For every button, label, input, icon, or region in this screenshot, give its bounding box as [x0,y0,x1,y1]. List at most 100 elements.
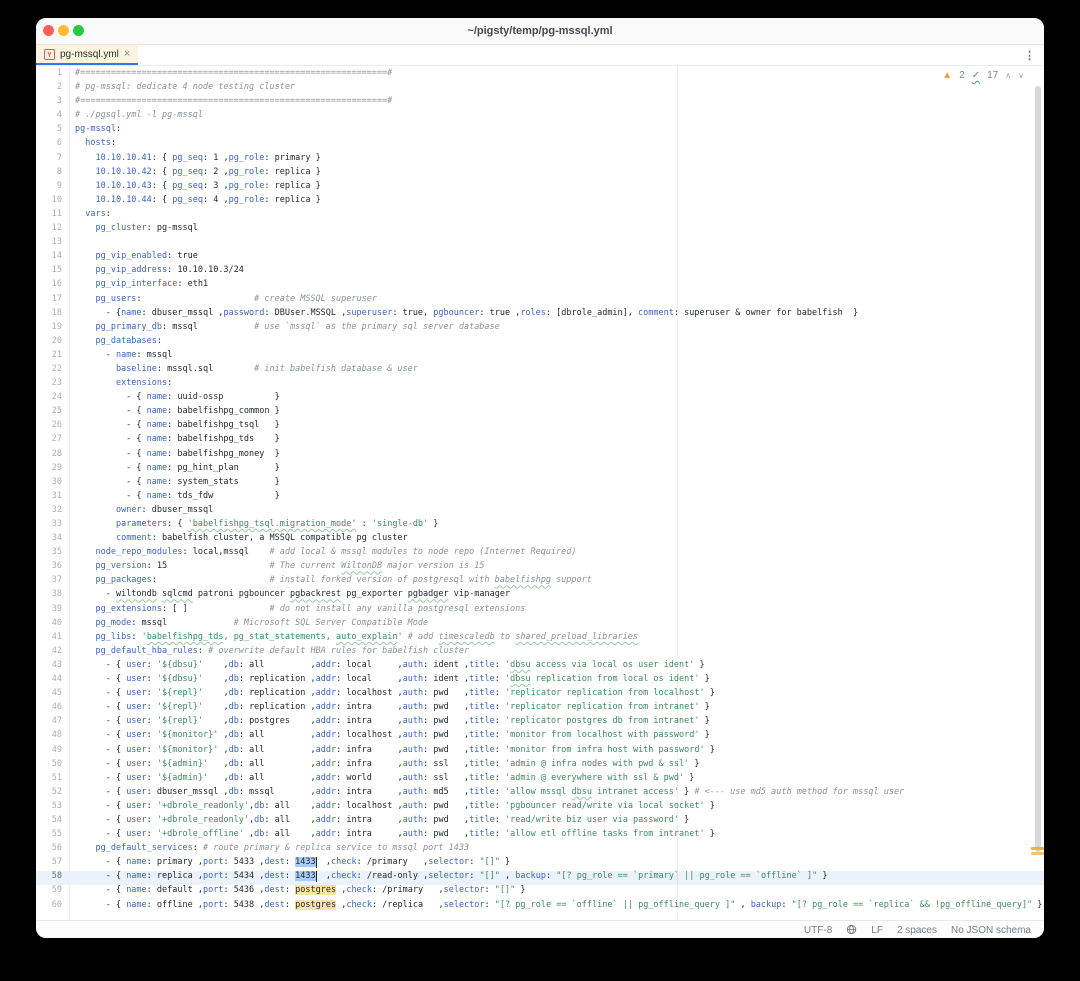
code-line: 37 pg_packages: # install forked version… [36,575,1044,589]
line-number: 37 [36,575,69,589]
status-encoding[interactable]: UTF-8 [804,925,832,936]
code-line: 1#======================================… [36,68,1044,82]
code-line-text: - { user: '${dbsu}' ,db: replication ,ad… [69,674,710,688]
line-number: 7 [36,153,69,167]
code-line: 52 - { user: dbuser_mssql ,db: mssql ,ad… [36,787,1044,801]
code-line-text: vars: [69,209,111,223]
line-number: 50 [36,759,69,773]
code-line: 5pg-mssql: [36,124,1044,138]
code-editor[interactable]: 1#======================================… [36,66,1044,920]
line-number: 48 [36,730,69,744]
code-line-text: - { user: '${dbsu}' ,db: all ,addr: loca… [69,660,705,674]
code-line: 58 - { name: replica ,port: 5434 ,dest: … [36,871,1044,885]
code-line-text: - { name: primary ,port: 5433 ,dest: 143… [69,857,510,871]
line-number: 34 [36,533,69,547]
previous-problem-icon[interactable]: ∧ [1005,71,1011,80]
code-line-text: - { user: '+dbrole_readonly',db: all ,ad… [69,801,715,815]
close-window-button[interactable] [43,25,54,36]
line-number: 30 [36,477,69,491]
line-number: 21 [36,350,69,364]
code-line: 41 pg_libs: 'babelfishpg_tds, pg_stat_st… [36,632,1044,646]
code-line-text: pg_default_hba_rules: # overwrite defaul… [69,646,469,660]
status-json-schema[interactable]: No JSON schema [951,925,1031,936]
window-title: ~/pigsty/temp/pg-mssql.yml [467,25,612,37]
code-line: 15 pg_vip_address: 10.10.10.3/24 [36,265,1044,279]
line-number: 17 [36,294,69,308]
code-line-text: - { name: babelfishpg_money } [69,449,280,463]
vertical-scrollbar[interactable] [1035,86,1041,852]
code-line-text: pg_users: # create MSSQL superuser [69,294,377,308]
code-line: 23 extensions: [36,378,1044,392]
warning-stripe-mark[interactable] [1031,847,1044,850]
inspections-widget[interactable]: ▲2 ✓17 ∧ ∨ [938,69,1028,82]
status-line-separator[interactable]: LF [871,925,883,936]
line-number: 60 [36,900,69,914]
code-line-text: - { user: '${monitor}' ,db: all ,addr: i… [69,745,715,759]
line-number: 16 [36,279,69,293]
typo-icon: ✓ [972,70,980,81]
tab-label: pg-mssql.yml [60,49,119,60]
line-number: 44 [36,674,69,688]
maximize-window-button[interactable] [73,25,84,36]
code-line-text: parameters: { 'babelfishpg_tsql.migratio… [69,519,438,533]
next-problem-icon[interactable]: ∨ [1018,71,1024,80]
line-number: 46 [36,702,69,716]
code-line: 49 - { user: '${monitor}' ,db: all ,addr… [36,745,1044,759]
line-number: 35 [36,547,69,561]
line-number: 1 [36,68,69,82]
code-line-text: - { user: '${admin}' ,db: all ,addr: wor… [69,773,694,787]
code-line-text: pg_vip_address: 10.10.10.3/24 [69,265,244,279]
code-line: 34 comment: babelfish cluster, a MSSQL c… [36,533,1044,547]
typo-count: 17 [987,70,998,81]
code-line-text: - { user: '${monitor}' ,db: all ,addr: l… [69,730,710,744]
line-number: 59 [36,885,69,899]
line-number: 23 [36,378,69,392]
code-line-text [69,237,75,251]
warning-stripe-mark[interactable] [1031,852,1044,855]
line-number: 32 [36,505,69,519]
code-line-text: - { name: pg_hint_plan } [69,463,280,477]
tab-options-icon[interactable]: ⋮ [1024,49,1044,62]
code-line: 7 10.10.10.41: { pg_seq: 1 ,pg_role: pri… [36,153,1044,167]
code-line-text: pg_libs: 'babelfishpg_tds, pg_stat_state… [69,632,638,646]
code-line: 26 - { name: babelfishpg_tsql } [36,420,1044,434]
code-line-text: - { name: babelfishpg_common } [69,406,280,420]
line-number: 26 [36,420,69,434]
code-line-text: owner: dbuser_mssql [69,505,213,519]
code-line-text: - { name: system_stats } [69,477,280,491]
line-number: 47 [36,716,69,730]
status-globe-icon[interactable] [846,924,857,938]
tab-close-icon[interactable]: × [124,49,130,59]
editor-tab-bar: Y pg-mssql.yml × ⋮ [36,45,1044,66]
code-line: 8 10.10.10.42: { pg_seq: 2 ,pg_role: rep… [36,167,1044,181]
code-line: 43 - { user: '${dbsu}' ,db: all ,addr: l… [36,660,1044,674]
tab-pg-mssql-yml[interactable]: Y pg-mssql.yml × [36,45,138,65]
line-number: 51 [36,773,69,787]
code-line: 22 baseline: mssql.sql # init babelfish … [36,364,1044,378]
code-line-text: - {name: dbuser_mssql ,password: DBUser.… [69,308,858,322]
code-line-text: pg_cluster: pg-mssql [69,223,198,237]
code-line: 44 - { user: '${dbsu}' ,db: replication … [36,674,1044,688]
code-line-text: - { name: uuid-ossp } [69,392,280,406]
code-line: 9 10.10.10.43: { pg_seq: 3 ,pg_role: rep… [36,181,1044,195]
line-number: 2 [36,82,69,96]
code-line-text: # pg-mssql: dedicate 4 node testing clus… [69,82,295,96]
line-number: 24 [36,392,69,406]
status-indent[interactable]: 2 spaces [897,925,937,936]
line-number: 15 [36,265,69,279]
line-number: 25 [36,406,69,420]
code-line-text: hosts: [69,138,116,152]
code-line: 32 owner: dbuser_mssql [36,505,1044,519]
code-line: 59 - { name: default ,port: 5436 ,dest: … [36,885,1044,899]
line-number: 5 [36,124,69,138]
code-line-text: baseline: mssql.sql # init babelfish dat… [69,364,418,378]
code-line: 16 pg_vip_interface: eth1 [36,279,1044,293]
line-number: 36 [36,561,69,575]
code-line-text: #=======================================… [69,96,392,110]
code-line-text: - { name: babelfishpg_tsql } [69,420,280,434]
code-line-text: - { name: default ,port: 5436 ,dest: pos… [69,885,526,899]
line-number: 20 [36,336,69,350]
minimize-window-button[interactable] [58,25,69,36]
line-number: 3 [36,96,69,110]
line-number: 27 [36,434,69,448]
